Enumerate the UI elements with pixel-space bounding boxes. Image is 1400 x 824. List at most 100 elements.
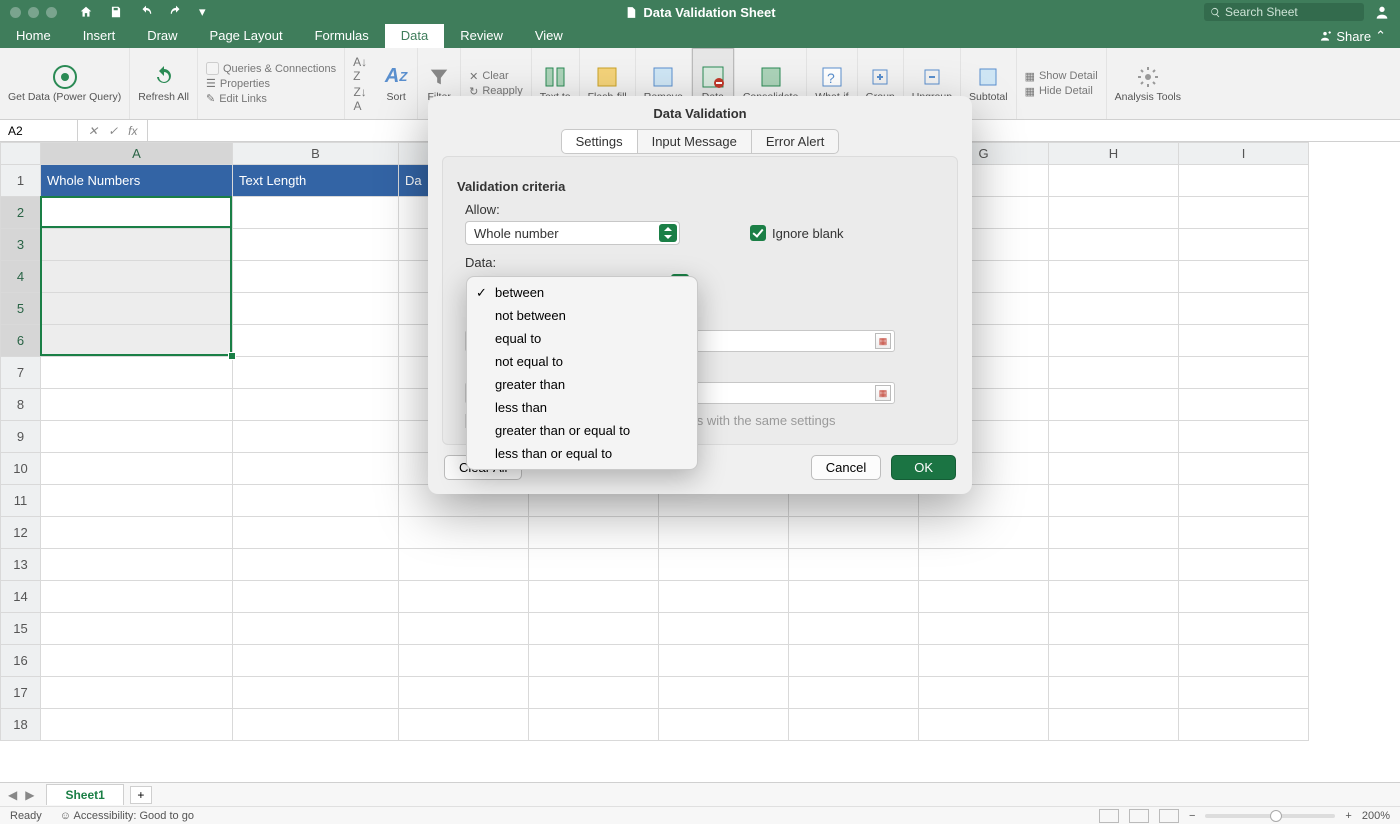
undo-icon[interactable] bbox=[139, 5, 153, 19]
row-header-9[interactable]: 9 bbox=[1, 421, 41, 453]
cell-H14[interactable] bbox=[1049, 581, 1179, 613]
cell-A7[interactable] bbox=[41, 357, 233, 389]
cell-H2[interactable] bbox=[1049, 197, 1179, 229]
cell-D18[interactable] bbox=[529, 709, 659, 741]
cell-B10[interactable] bbox=[233, 453, 399, 485]
row-header-13[interactable]: 13 bbox=[1, 549, 41, 581]
cell-D14[interactable] bbox=[529, 581, 659, 613]
cell-F13[interactable] bbox=[789, 549, 919, 581]
cancel-formula-icon[interactable]: ✕ bbox=[88, 124, 98, 138]
cell-A1[interactable]: Whole Numbers bbox=[41, 165, 233, 197]
cell-A13[interactable] bbox=[41, 549, 233, 581]
cell-E17[interactable] bbox=[659, 677, 789, 709]
cell-I3[interactable] bbox=[1179, 229, 1309, 261]
range-picker-icon[interactable]: ▦ bbox=[875, 333, 891, 349]
cell-C15[interactable] bbox=[399, 613, 529, 645]
cell-H17[interactable] bbox=[1049, 677, 1179, 709]
cell-B2[interactable] bbox=[233, 197, 399, 229]
cell-A10[interactable] bbox=[41, 453, 233, 485]
cell-A16[interactable] bbox=[41, 645, 233, 677]
data-option-not-equal-to[interactable]: not equal to bbox=[467, 350, 697, 373]
cell-D13[interactable] bbox=[529, 549, 659, 581]
data-condition-dropdown[interactable]: betweennot betweenequal tonot equal togr… bbox=[466, 276, 698, 470]
cell-I1[interactable] bbox=[1179, 165, 1309, 197]
ok-button[interactable]: OK bbox=[891, 455, 956, 480]
fx-icon[interactable]: fx bbox=[128, 124, 137, 138]
row-header-6[interactable]: 6 bbox=[1, 325, 41, 357]
cell-H18[interactable] bbox=[1049, 709, 1179, 741]
accessibility-status[interactable]: ☺ Accessibility: Good to go bbox=[60, 810, 194, 822]
cell-A4[interactable] bbox=[41, 261, 233, 293]
cell-F18[interactable] bbox=[789, 709, 919, 741]
column-header-A[interactable]: A bbox=[41, 143, 233, 165]
cell-G14[interactable] bbox=[919, 581, 1049, 613]
row-header-4[interactable]: 4 bbox=[1, 261, 41, 293]
data-option-less-than[interactable]: less than bbox=[467, 396, 697, 419]
range-picker-icon[interactable]: ▦ bbox=[875, 385, 891, 401]
home-icon[interactable] bbox=[79, 5, 93, 19]
search-input[interactable]: Search Sheet bbox=[1204, 3, 1364, 21]
name-box[interactable]: A2 bbox=[0, 120, 78, 141]
tab-home[interactable]: Home bbox=[0, 24, 67, 48]
cell-I6[interactable] bbox=[1179, 325, 1309, 357]
cell-E16[interactable] bbox=[659, 645, 789, 677]
dialog-tab-input-message[interactable]: Input Message bbox=[637, 129, 752, 154]
cell-D16[interactable] bbox=[529, 645, 659, 677]
cell-A3[interactable] bbox=[41, 229, 233, 261]
window-controls[interactable] bbox=[10, 7, 57, 18]
cell-A17[interactable] bbox=[41, 677, 233, 709]
row-header-11[interactable]: 11 bbox=[1, 485, 41, 517]
sort-button[interactable]: AZ Sort bbox=[375, 48, 418, 119]
user-icon[interactable] bbox=[1374, 4, 1390, 20]
cell-B18[interactable] bbox=[233, 709, 399, 741]
cell-F16[interactable] bbox=[789, 645, 919, 677]
cell-D15[interactable] bbox=[529, 613, 659, 645]
cell-C12[interactable] bbox=[399, 517, 529, 549]
accept-formula-icon[interactable]: ✓ bbox=[108, 124, 118, 138]
add-sheet-button[interactable]: + bbox=[130, 786, 152, 804]
redo-icon[interactable] bbox=[169, 5, 183, 19]
row-header-2[interactable]: 2 bbox=[1, 197, 41, 229]
cell-H4[interactable] bbox=[1049, 261, 1179, 293]
clear-filter-button[interactable]: ✕ Clear bbox=[469, 70, 509, 83]
cell-H13[interactable] bbox=[1049, 549, 1179, 581]
cell-H16[interactable] bbox=[1049, 645, 1179, 677]
data-option-between[interactable]: between bbox=[467, 281, 697, 304]
cell-A15[interactable] bbox=[41, 613, 233, 645]
cell-F14[interactable] bbox=[789, 581, 919, 613]
cell-C17[interactable] bbox=[399, 677, 529, 709]
tab-draw[interactable]: Draw bbox=[131, 24, 193, 48]
cell-A2[interactable] bbox=[41, 197, 233, 229]
sheet-tab-sheet1[interactable]: Sheet1 bbox=[46, 784, 123, 805]
cell-I15[interactable] bbox=[1179, 613, 1309, 645]
row-header-1[interactable]: 1 bbox=[1, 165, 41, 197]
cell-B7[interactable] bbox=[233, 357, 399, 389]
cell-G17[interactable] bbox=[919, 677, 1049, 709]
cell-B15[interactable] bbox=[233, 613, 399, 645]
allow-select[interactable]: Whole number bbox=[465, 221, 680, 245]
properties-button[interactable]: ☰ Properties bbox=[206, 77, 270, 90]
row-header-15[interactable]: 15 bbox=[1, 613, 41, 645]
cell-I5[interactable] bbox=[1179, 293, 1309, 325]
cell-G15[interactable] bbox=[919, 613, 1049, 645]
analysis-tools-button[interactable]: Analysis Tools bbox=[1107, 48, 1189, 119]
cell-I18[interactable] bbox=[1179, 709, 1309, 741]
cell-H8[interactable] bbox=[1049, 389, 1179, 421]
cell-I4[interactable] bbox=[1179, 261, 1309, 293]
sheet-nav-prev-icon[interactable]: ◀ bbox=[8, 788, 17, 802]
dialog-tab-error-alert[interactable]: Error Alert bbox=[752, 129, 840, 154]
cell-I8[interactable] bbox=[1179, 389, 1309, 421]
tab-view[interactable]: View bbox=[519, 24, 579, 48]
column-header-B[interactable]: B bbox=[233, 143, 399, 165]
row-header-16[interactable]: 16 bbox=[1, 645, 41, 677]
cell-E13[interactable] bbox=[659, 549, 789, 581]
row-header-14[interactable]: 14 bbox=[1, 581, 41, 613]
cell-G12[interactable] bbox=[919, 517, 1049, 549]
cell-A9[interactable] bbox=[41, 421, 233, 453]
get-data-button[interactable]: Get Data (Power Query) bbox=[0, 48, 130, 119]
cell-A6[interactable] bbox=[41, 325, 233, 357]
cell-H6[interactable] bbox=[1049, 325, 1179, 357]
cell-E14[interactable] bbox=[659, 581, 789, 613]
minimize-window-icon[interactable] bbox=[28, 7, 39, 18]
refresh-all-button[interactable]: Refresh All bbox=[130, 48, 198, 119]
